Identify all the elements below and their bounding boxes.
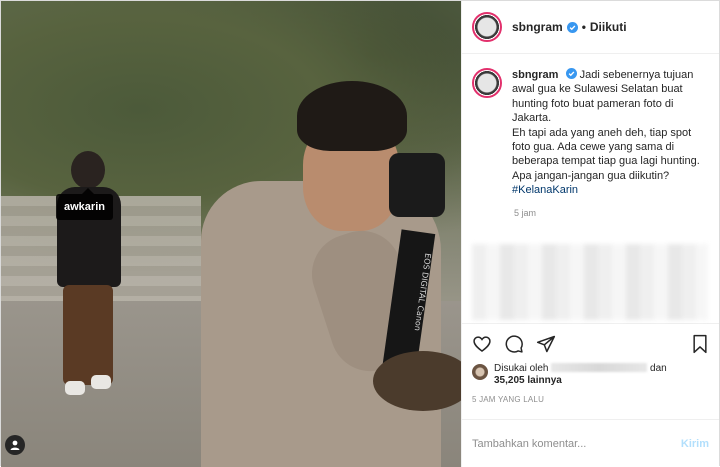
follow-status-button[interactable]: Diikuti bbox=[590, 20, 627, 34]
likes-row: Disukai oleh dan 35,205 lainnya bbox=[462, 363, 719, 389]
liker-username-blurred[interactable] bbox=[551, 363, 648, 372]
post-photo[interactable]: EOS DIGITAL Canon awkarin bbox=[1, 1, 461, 467]
blurred-comment bbox=[472, 244, 708, 320]
comment-form: Kirim bbox=[462, 419, 719, 467]
likes-text: Disukai oleh dan 35,205 lainnya bbox=[494, 363, 667, 387]
post-timestamp[interactable]: 5 JAM YANG LALU bbox=[462, 389, 719, 419]
action-bar bbox=[462, 323, 719, 363]
header-separator: • bbox=[581, 20, 586, 34]
user-icon bbox=[10, 440, 20, 450]
share-paper-plane-icon[interactable] bbox=[536, 334, 556, 354]
likes-count-suffix[interactable]: lainnya bbox=[527, 375, 561, 386]
caption-hashtag[interactable]: #KelanaKarin bbox=[512, 184, 578, 196]
liker-avatar[interactable] bbox=[472, 364, 488, 380]
likes-prefix: Disukai oleh bbox=[494, 363, 549, 374]
user-tag[interactable]: awkarin bbox=[56, 188, 113, 220]
caption-time: 5 jam bbox=[514, 207, 537, 218]
caption: sbngram Jadi sebenernya tujuan awal gua … bbox=[472, 68, 709, 198]
post-side-panel: sbngram • Diikuti sbngram Jadi sebenerny… bbox=[461, 1, 719, 467]
camera bbox=[389, 153, 445, 217]
post-header: sbngram • Diikuti bbox=[462, 1, 719, 54]
comment-bubble-icon[interactable] bbox=[504, 334, 524, 354]
caption-line-2: Eh tapi ada yang aneh deh, tiap spot fot… bbox=[512, 126, 700, 168]
caption-line-3: Apa jangan-jangan gua diikutin? bbox=[512, 169, 670, 182]
header-username[interactable]: sbngram bbox=[512, 20, 563, 34]
comments-section: sbngram Jadi sebenernya tujuan awal gua … bbox=[462, 54, 719, 323]
likes-suffix: dan bbox=[650, 363, 667, 374]
caption-avatar[interactable] bbox=[472, 68, 502, 98]
likes-count[interactable]: 35,205 bbox=[494, 375, 525, 386]
caption-username[interactable]: sbngram bbox=[512, 69, 558, 81]
like-heart-icon[interactable] bbox=[472, 334, 492, 354]
comment-input[interactable] bbox=[472, 437, 681, 450]
avatar[interactable] bbox=[472, 12, 502, 42]
verified-badge-icon bbox=[565, 68, 577, 79]
submit-comment-button[interactable]: Kirim bbox=[681, 438, 709, 450]
bookmark-icon[interactable] bbox=[691, 334, 709, 354]
verified-badge-icon bbox=[566, 21, 578, 33]
instagram-post: EOS DIGITAL Canon awkarin sbngram • Diik… bbox=[0, 0, 720, 467]
tagged-users-button[interactable] bbox=[5, 435, 25, 455]
user-tag-label: awkarin bbox=[64, 201, 105, 213]
caption-text: sbngram Jadi sebenernya tujuan awal gua … bbox=[512, 68, 709, 198]
